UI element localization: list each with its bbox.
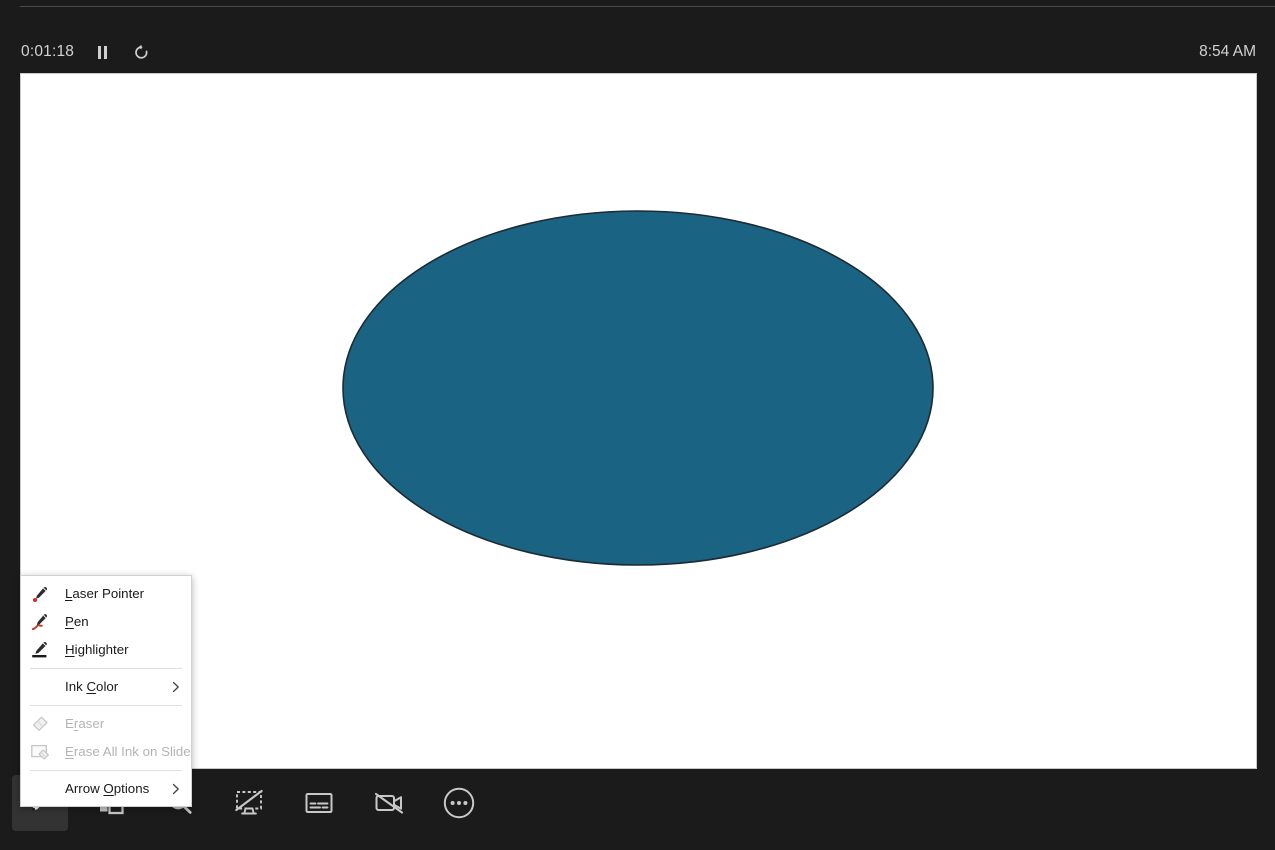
menu-separator — [30, 668, 182, 669]
more-ellipsis-icon — [443, 787, 475, 819]
presenter-bar: 0:01:18 8:54 AM — [0, 30, 1275, 74]
current-time-label: 8:54 AM — [1199, 43, 1256, 60]
ink-color-icon-placeholder — [29, 676, 51, 698]
menu-item-arrow-options[interactable]: Arrow Options — [21, 775, 191, 803]
menu-label-erase-all-ink: Erase All Ink on Slide — [65, 744, 191, 760]
monitor-slash-icon — [235, 789, 263, 815]
menu-label-arrow-options: Arrow Options — [65, 781, 150, 797]
pause-timer-button[interactable] — [91, 41, 113, 63]
pause-icon — [97, 45, 107, 59]
menu-separator — [30, 705, 182, 706]
highlighter-icon — [29, 639, 51, 661]
ellipse-shape[interactable] — [342, 210, 934, 566]
camera-off-button[interactable] — [361, 775, 417, 831]
black-screen-button[interactable] — [221, 775, 277, 831]
menu-label-eraser: Eraser — [65, 716, 105, 732]
menu-item-erase-all-ink: Erase All Ink on Slide — [21, 738, 191, 766]
top-divider — [20, 6, 1275, 7]
menu-label-highlighter: Highlighter — [65, 642, 129, 658]
laser-pointer-icon — [29, 583, 51, 605]
arrow-options-icon-placeholder — [29, 778, 51, 800]
menu-separator — [30, 770, 182, 771]
subtitles-icon — [305, 793, 333, 813]
menu-item-highlighter[interactable]: Highlighter — [21, 636, 191, 664]
eraser-icon — [29, 713, 51, 735]
menu-label-laser-pointer: Laser Pointer — [65, 586, 145, 602]
menu-item-ink-color[interactable]: Ink Color — [21, 673, 191, 701]
elapsed-timer-label: 0:01:18 — [21, 43, 75, 60]
slide-canvas[interactable] — [20, 73, 1257, 769]
restart-icon — [134, 44, 148, 59]
presentation-slideshow-window: 0:01:18 8:54 AM Laser Pointer Pen Highli… — [0, 0, 1275, 850]
menu-label-pen: Pen — [65, 614, 89, 630]
slide-shape-ellipse[interactable] — [342, 210, 934, 566]
subtitles-button[interactable] — [291, 775, 347, 831]
menu-item-pen[interactable]: Pen — [21, 608, 191, 636]
menu-label-ink-color: Ink Color — [65, 679, 119, 695]
more-options-button[interactable] — [431, 775, 487, 831]
menu-item-eraser: Eraser — [21, 710, 191, 738]
restart-timer-button[interactable] — [130, 41, 152, 63]
chevron-right-icon — [171, 783, 181, 795]
camera-off-icon — [374, 792, 404, 814]
menu-item-laser-pointer[interactable]: Laser Pointer — [21, 580, 191, 608]
presentation-timer-group: 0:01:18 — [21, 30, 152, 74]
pen-tools-context-menu[interactable]: Laser Pointer Pen Highlighter Ink Color … — [20, 575, 192, 807]
chevron-right-icon — [171, 681, 181, 693]
pen-icon — [29, 611, 51, 633]
erase-all-ink-icon — [29, 741, 51, 763]
